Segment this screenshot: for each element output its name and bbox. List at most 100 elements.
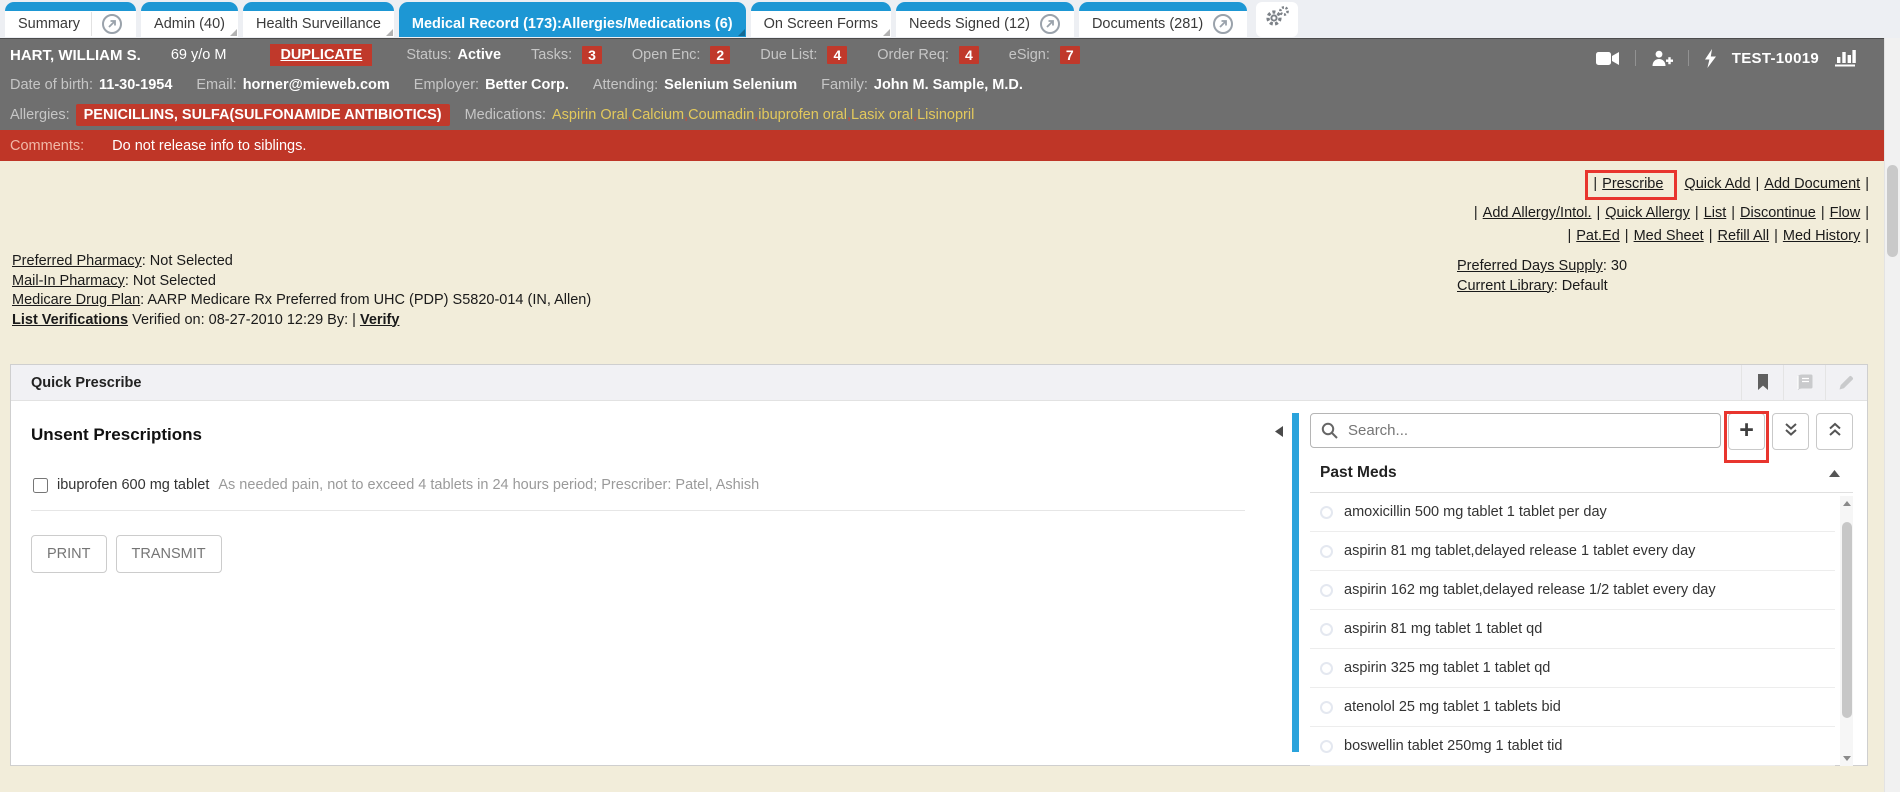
bar-chart-icon[interactable] bbox=[1834, 49, 1856, 67]
medication-link[interactable]: ibuprofen oral bbox=[758, 107, 851, 123]
list-item[interactable]: aspirin 81 mg tablet 1 tablet qd bbox=[1310, 610, 1835, 649]
list-scrollbar[interactable] bbox=[1840, 496, 1853, 766]
tasks-badge[interactable]: 3 bbox=[582, 46, 602, 64]
due-list-badge[interactable]: 4 bbox=[827, 46, 847, 64]
transmit-button[interactable]: TRANSMIT bbox=[116, 535, 222, 573]
order-req-badge[interactable]: 4 bbox=[959, 46, 979, 64]
prescription-checkbox[interactable] bbox=[33, 478, 48, 493]
current-library-link[interactable]: Current Library bbox=[1457, 278, 1554, 294]
settings-gear-button[interactable] bbox=[1256, 2, 1298, 37]
tasks-counter[interactable]: Tasks: 3 bbox=[531, 46, 602, 64]
tab-on-screen-forms[interactable]: On Screen Forms bbox=[751, 2, 891, 37]
external-link-icon[interactable] bbox=[1039, 13, 1061, 35]
add-document-link[interactable]: Add Document bbox=[1764, 176, 1860, 192]
scroll-down-icon[interactable] bbox=[1843, 756, 1851, 761]
plus-icon: + bbox=[1739, 418, 1754, 443]
list-verifications-link[interactable]: List Verifications bbox=[12, 312, 128, 328]
open-enc-badge[interactable]: 2 bbox=[710, 46, 730, 64]
mail-in-pharmacy-link[interactable]: Mail-In Pharmacy bbox=[12, 273, 125, 289]
med-radio[interactable] bbox=[1320, 506, 1333, 519]
list-item[interactable]: aspirin 81 mg tablet,delayed release 1 t… bbox=[1310, 532, 1835, 571]
tab-documents[interactable]: Documents (281) bbox=[1079, 2, 1247, 37]
page-scrollbar-thumb[interactable] bbox=[1887, 165, 1898, 257]
pencil-icon[interactable] bbox=[1825, 365, 1867, 400]
medication-link[interactable]: Lasix oral bbox=[851, 107, 917, 123]
list-item[interactable]: atenolol 25 mg tablet 1 tablets bid bbox=[1310, 688, 1835, 727]
medication-link[interactable]: Aspirin Oral bbox=[552, 107, 632, 123]
med-radio[interactable] bbox=[1320, 662, 1333, 675]
tab-medical-record[interactable]: Medical Record (173):Allergies/Medicatio… bbox=[399, 2, 746, 37]
allergy-alert[interactable]: PENICILLINS, SULFA(SULFONAMIDE ANTIBIOTI… bbox=[76, 104, 450, 126]
medicare-drug-plan-link[interactable]: Medicare Drug Plan bbox=[12, 292, 140, 308]
tab-summary[interactable]: Summary bbox=[5, 2, 136, 37]
icon-divider bbox=[1688, 50, 1689, 66]
med-radio[interactable] bbox=[1320, 545, 1333, 558]
collapse-all-button[interactable] bbox=[1816, 413, 1853, 450]
collapse-panel-button[interactable] bbox=[1271, 413, 1287, 752]
scrollbar-thumb[interactable] bbox=[1842, 522, 1852, 718]
past-meds-header[interactable]: Past Meds bbox=[1310, 450, 1853, 493]
open-enc-counter[interactable]: Open Enc: 2 bbox=[632, 46, 730, 64]
med-radio[interactable] bbox=[1320, 701, 1333, 714]
tab-needs-signed[interactable]: Needs Signed (12) bbox=[896, 2, 1074, 37]
past-meds-list: amoxicillin 500 mg tablet 1 tablet per d… bbox=[1310, 493, 1853, 766]
expand-all-button[interactable] bbox=[1772, 413, 1809, 450]
action-links-row-3: Pat.Ed Med Sheet Refill All Med History bbox=[1473, 226, 1870, 246]
person-add-icon[interactable] bbox=[1651, 50, 1673, 67]
med-radio[interactable] bbox=[1320, 584, 1333, 597]
preferred-pharmacy-link[interactable]: Preferred Pharmacy bbox=[12, 253, 142, 269]
med-radio[interactable] bbox=[1320, 623, 1333, 636]
action-links-row-1: Prescribe Quick Add Add Document bbox=[1473, 170, 1870, 200]
list-link[interactable]: List bbox=[1704, 205, 1727, 221]
med-history-link[interactable]: Med History bbox=[1783, 228, 1860, 244]
family-doctor-value: John M. Sample, M.D. bbox=[874, 77, 1023, 93]
tab-bar: Summary Admin (40) Health Surveillance M… bbox=[0, 0, 1900, 38]
prescribe-annotation-box: Prescribe bbox=[1585, 170, 1677, 200]
med-sheet-link[interactable]: Med Sheet bbox=[1634, 228, 1704, 244]
list-item[interactable]: boswellin tablet 250mg 1 tablet tid bbox=[1310, 727, 1835, 766]
rx-settings: Preferred Days Supply: 30 Current Librar… bbox=[1457, 257, 1627, 296]
demographics-row: Date of birth: 11-30-1954 Email: horner@… bbox=[0, 71, 1884, 99]
add-med-button[interactable]: + bbox=[1728, 413, 1765, 450]
collapse-left-icon bbox=[1274, 425, 1284, 752]
add-allergy-link[interactable]: Add Allergy/Intol. bbox=[1483, 205, 1592, 221]
preferred-pharmacy-row: Preferred Pharmacy: Not Selected bbox=[12, 252, 591, 272]
quick-allergy-link[interactable]: Quick Allergy bbox=[1605, 205, 1690, 221]
preferred-days-supply-link[interactable]: Preferred Days Supply bbox=[1457, 258, 1603, 274]
esign-badge[interactable]: 7 bbox=[1060, 46, 1080, 64]
tab-admin[interactable]: Admin (40) bbox=[141, 2, 238, 37]
lightning-bolt-icon[interactable] bbox=[1704, 49, 1717, 68]
medication-link[interactable]: Lisinopril bbox=[917, 107, 974, 123]
medication-link[interactable]: Calcium bbox=[632, 107, 688, 123]
panel-body: Unsent Prescriptions ibuprofen 600 mg ta… bbox=[11, 401, 1867, 766]
external-link-icon[interactable] bbox=[101, 13, 123, 35]
list-item[interactable]: aspirin 162 mg tablet,delayed release 1/… bbox=[1310, 571, 1835, 610]
page-scrollbar[interactable] bbox=[1884, 38, 1900, 792]
verify-link[interactable]: Verify bbox=[360, 312, 400, 328]
bookmark-icon[interactable] bbox=[1741, 365, 1783, 400]
caret-up-icon[interactable] bbox=[1828, 469, 1841, 478]
video-camera-icon[interactable] bbox=[1596, 51, 1620, 66]
prescribe-link[interactable]: Prescribe bbox=[1602, 176, 1663, 192]
esign-counter[interactable]: eSign: 7 bbox=[1009, 46, 1080, 64]
external-link-icon[interactable] bbox=[1212, 13, 1234, 35]
med-radio[interactable] bbox=[1320, 740, 1333, 753]
refill-all-link[interactable]: Refill All bbox=[1718, 228, 1770, 244]
med-search-input[interactable] bbox=[1310, 413, 1721, 448]
list-item[interactable]: amoxicillin 500 mg tablet 1 tablet per d… bbox=[1310, 493, 1835, 532]
book-icon[interactable] bbox=[1783, 365, 1825, 400]
print-button[interactable]: PRINT bbox=[31, 535, 107, 573]
pat-ed-link[interactable]: Pat.Ed bbox=[1576, 228, 1620, 244]
order-req-counter[interactable]: Order Req: 4 bbox=[877, 46, 979, 64]
medication-link[interactable]: Coumadin bbox=[688, 107, 758, 123]
flow-link[interactable]: Flow bbox=[1830, 205, 1861, 221]
list-item[interactable]: aspirin 325 mg tablet 1 tablet qd bbox=[1310, 649, 1835, 688]
duplicate-flag[interactable]: DUPLICATE bbox=[270, 44, 372, 66]
scroll-up-icon[interactable] bbox=[1843, 501, 1851, 506]
tab-health-surveillance[interactable]: Health Surveillance bbox=[243, 2, 394, 37]
comments-bar: Comments: Do not release info to sibling… bbox=[0, 130, 1884, 161]
quick-add-link[interactable]: Quick Add bbox=[1684, 176, 1750, 192]
due-list-counter[interactable]: Due List: 4 bbox=[760, 46, 847, 64]
discontinue-link[interactable]: Discontinue bbox=[1740, 205, 1816, 221]
med-search-section: + Past Meds bbox=[1271, 401, 1867, 766]
